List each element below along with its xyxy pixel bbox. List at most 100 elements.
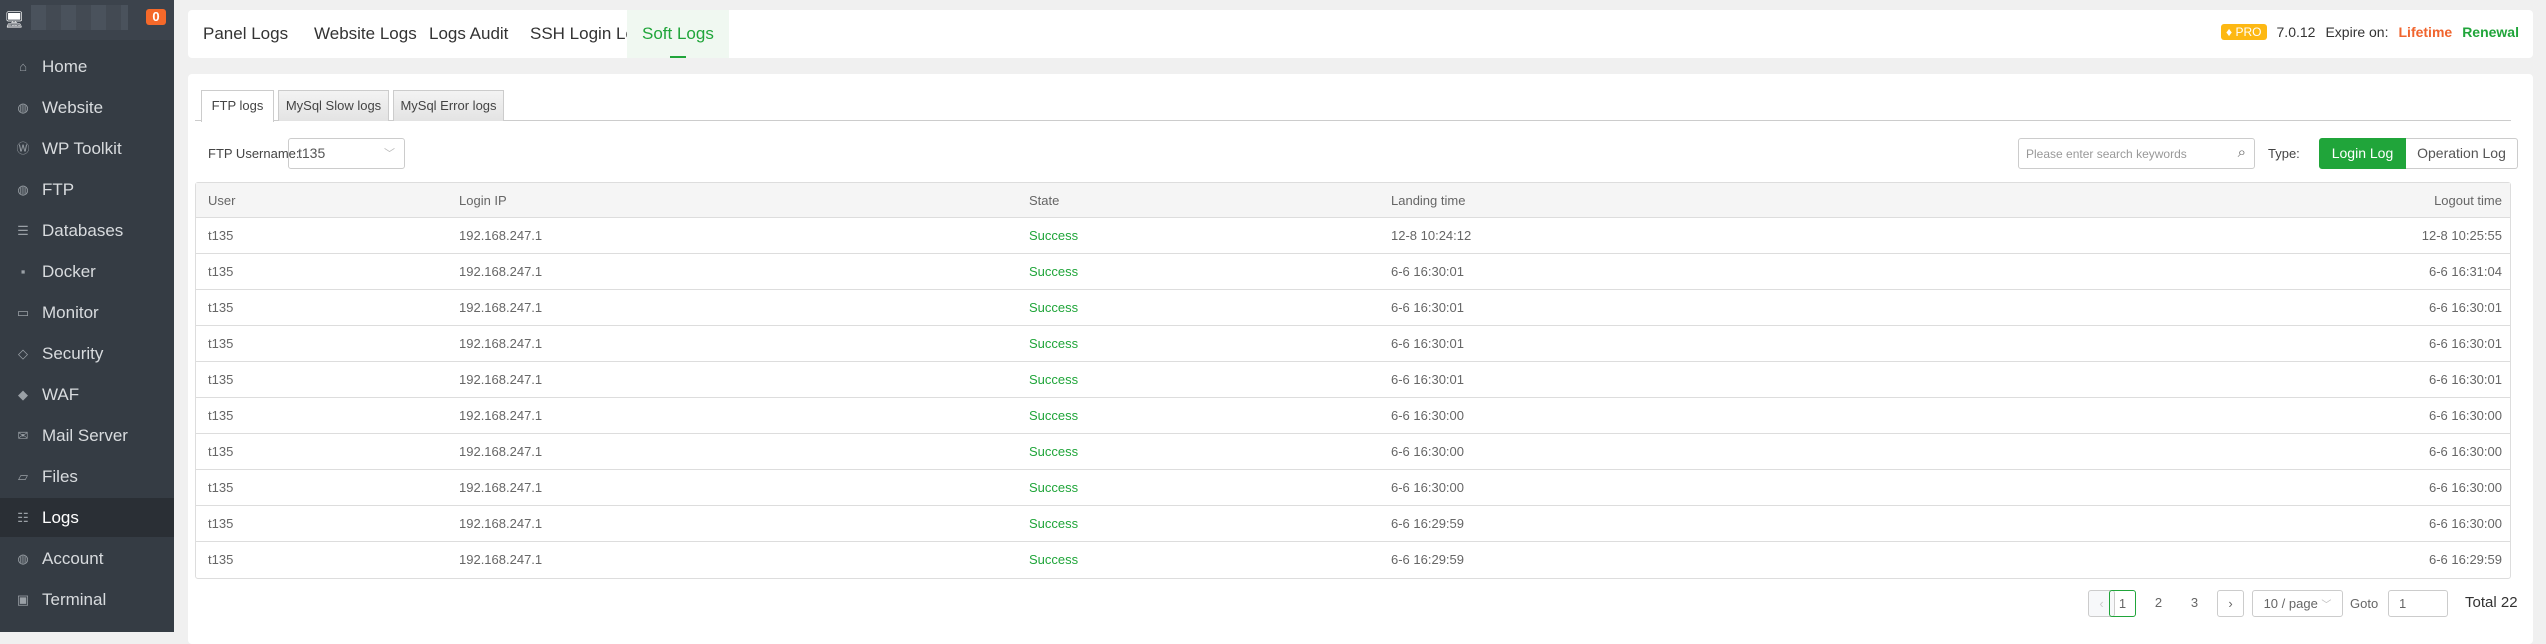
- user-cell: t135: [208, 408, 234, 423]
- sidebar-item-ftp[interactable]: ◍ FTP: [0, 170, 174, 209]
- next-page-button[interactable]: ›: [2217, 590, 2244, 617]
- logout-time-cell: 6-6 16:30:00: [2428, 480, 2502, 495]
- table-row: t135 192.168.247.1 Success 6-6 16:30:01 6-6 …: [196, 254, 2510, 290]
- landing-time-cell: 6-6 16:30:00: [1391, 444, 1465, 459]
- sidebar-item-label: FTP: [42, 179, 75, 199]
- sidebar-item-label: Monitor: [42, 302, 99, 322]
- type-label: Type:: [2268, 146, 2300, 161]
- table-row: t135 192.168.247.1 Success 6-6 16:30:00 6-6 …: [196, 470, 2510, 506]
- sidebar-item-databases[interactable]: ☰ Databases: [0, 211, 174, 250]
- page-2[interactable]: 2: [2145, 590, 2172, 617]
- chevron-down-icon: ﹀: [384, 148, 395, 160]
- notification-badge[interactable]: 0: [146, 9, 166, 25]
- state-cell: Success: [1029, 552, 1079, 567]
- logout-time-cell: 6-6 16:30:01: [2428, 300, 2502, 315]
- subtab-ftp-logs[interactable]: FTP logs: [201, 90, 274, 122]
- state-cell: Success: [1029, 336, 1079, 351]
- state-cell: Success: [1029, 516, 1079, 531]
- total-count: Total 22: [2465, 594, 2518, 611]
- logout-time-cell: 12-8 10:25:55: [2421, 228, 2502, 243]
- sidebar-item-docker[interactable]: ▪ Docker: [0, 252, 174, 291]
- page-3[interactable]: 3: [2181, 590, 2208, 617]
- sidebar-item-waf[interactable]: ◆ WAF: [0, 375, 174, 414]
- page-1[interactable]: 1: [2109, 590, 2136, 617]
- sidebar-item-label: Mail Server: [42, 425, 128, 445]
- state-cell: Success: [1029, 408, 1079, 423]
- landing-time-cell: 6-6 16:30:01: [1391, 300, 1465, 315]
- login-log-button[interactable]: Login Log: [2319, 138, 2406, 169]
- sidebar-item-files[interactable]: ▱ Files: [0, 457, 174, 496]
- shield-icon: ◇: [18, 345, 28, 361]
- subtab-mysql-slow-logs[interactable]: MySql Slow logs: [278, 90, 389, 121]
- landing-time-cell: 6-6 16:29:59: [1391, 516, 1465, 531]
- login-ip-cell: 192.168.247.1: [459, 264, 543, 279]
- table-row: t135 192.168.247.1 Success 6-6 16:30:01 6-6 …: [196, 326, 2510, 362]
- globe-icon: ◍: [17, 550, 29, 566]
- search-input[interactable]: Please enter search keywords ⌕: [2018, 138, 2255, 169]
- sidebar-item-label: WP Toolkit: [42, 138, 122, 158]
- user-cell: t135: [208, 552, 234, 567]
- goto-input[interactable]: 1: [2388, 590, 2448, 617]
- user-cell: t135: [208, 480, 234, 495]
- terminal-icon: ▣: [16, 591, 30, 607]
- tab-logs-audit[interactable]: Logs Audit: [414, 10, 523, 58]
- tab-soft-logs[interactable]: Soft Logs: [627, 10, 729, 58]
- ftp-username-select[interactable]: t135 ﹀: [288, 138, 405, 169]
- state-cell: Success: [1029, 300, 1079, 315]
- sidebar-item-account[interactable]: ◍ Account: [0, 539, 174, 578]
- header-logout-time: Logout time: [2434, 193, 2502, 208]
- database-icon: ☰: [17, 222, 29, 238]
- table-row: t135 192.168.247.1 Success 6-6 16:30:00 6-6 …: [196, 398, 2510, 434]
- sidebar-item-label: Databases: [42, 220, 124, 240]
- user-cell: t135: [208, 228, 234, 243]
- main-panel: FTP logs MySql Slow logs MySql Error log…: [188, 74, 2533, 644]
- renewal-link[interactable]: Renewal: [2462, 24, 2519, 40]
- pro-badge: ♦ PRO: [2221, 24, 2267, 40]
- header-landing-time: Landing time: [1391, 193, 1466, 208]
- sidebar-item-label: Account: [42, 548, 104, 568]
- landing-time-cell: 6-6 16:30:01: [1391, 264, 1465, 279]
- expire-label: Expire on:: [2325, 24, 2389, 40]
- user-cell: t135: [208, 336, 234, 351]
- landing-time-cell: 6-6 16:29:59: [1391, 552, 1465, 567]
- user-cell: t135: [208, 264, 234, 279]
- user-cell: t135: [208, 516, 234, 531]
- logout-time-cell: 6-6 16:30:00: [2428, 444, 2502, 459]
- operation-log-button[interactable]: Operation Log: [2406, 138, 2518, 169]
- login-ip-cell: 192.168.247.1: [459, 408, 543, 423]
- sidebar-item-label: Files: [42, 466, 78, 486]
- wordpress-icon: Ⓦ: [16, 140, 30, 156]
- sidebar-item-website[interactable]: ◍ Website: [0, 88, 174, 127]
- server-icon: 🖥: [4, 12, 25, 29]
- login-ip-cell: 192.168.247.1: [459, 372, 543, 387]
- tab-panel-logs[interactable]: Panel Logs: [188, 10, 303, 58]
- per-page-select[interactable]: 10 / page ﹀: [2252, 590, 2343, 617]
- sidebar-item-terminal[interactable]: ▣ Terminal: [0, 580, 174, 619]
- tab-website-logs[interactable]: Website Logs: [299, 10, 432, 58]
- per-page-value: 10 / page: [2263, 596, 2318, 611]
- sidebar-item-security[interactable]: ◇ Security: [0, 334, 174, 373]
- sidebar-item-mail-server[interactable]: ✉ Mail Server: [0, 416, 174, 455]
- sidebar-item-label: Terminal: [42, 589, 107, 609]
- goto-label: Goto: [2350, 596, 2379, 611]
- sidebar-item-home[interactable]: ⌂ Home: [0, 47, 174, 86]
- sidebar-item-monitor[interactable]: ▭ Monitor: [0, 293, 174, 332]
- logout-time-cell: 6-6 16:30:01: [2428, 336, 2502, 351]
- login-ip-cell: 192.168.247.1: [459, 300, 543, 315]
- login-ip-cell: 192.168.247.1: [459, 552, 543, 567]
- landing-time-cell: 6-6 16:30:00: [1391, 480, 1465, 495]
- logout-time-cell: 6-6 16:29:59: [2428, 552, 2502, 567]
- waf-icon: ◆: [18, 386, 28, 402]
- ftp-username-value: t135: [298, 145, 326, 161]
- subtab-mysql-error-logs[interactable]: MySql Error logs: [393, 90, 504, 121]
- logout-time-cell: 6-6 16:30:00: [2428, 408, 2502, 423]
- search-icon[interactable]: ⌕: [2238, 144, 2246, 161]
- login-ip-cell: 192.168.247.1: [459, 480, 543, 495]
- table-row: t135 192.168.247.1 Success 6-6 16:30:01 6-6 …: [196, 290, 2510, 326]
- sidebar-item-wp-toolkit[interactable]: Ⓦ WP Toolkit: [0, 129, 174, 168]
- server-name-redacted: [31, 5, 128, 30]
- sidebar-item-label: Home: [42, 56, 88, 76]
- logout-time-cell: 6-6 16:30:00: [2428, 516, 2502, 531]
- sidebar-item-logs[interactable]: ☷ Logs: [0, 498, 174, 537]
- chevron-down-icon: ﹀: [2321, 600, 2332, 611]
